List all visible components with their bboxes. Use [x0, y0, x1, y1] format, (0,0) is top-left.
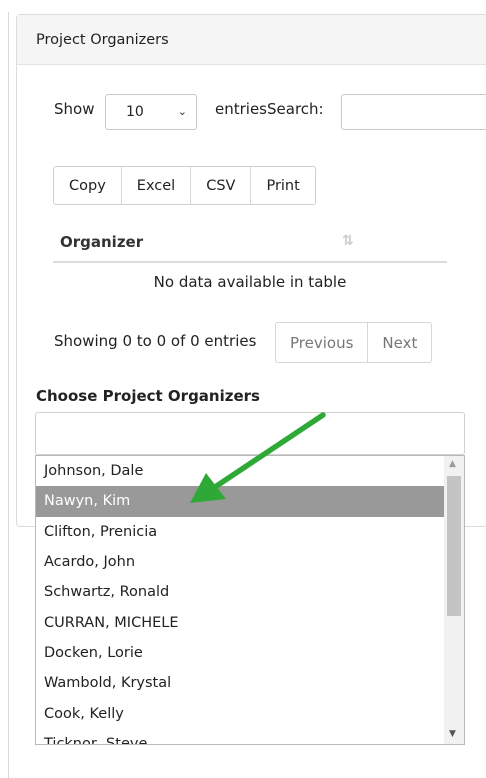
print-button[interactable]: Print [251, 167, 314, 204]
table-info: Showing 0 to 0 of 0 entries [54, 332, 257, 350]
dropdown-scrollbar[interactable]: ▲ ▼ [444, 456, 464, 744]
option-johnson-dale[interactable]: Johnson, Dale [36, 456, 444, 486]
table-header-divider [53, 261, 447, 263]
option-wambold-krystal[interactable]: Wambold, Krystal [36, 668, 444, 698]
previous-button[interactable]: Previous [276, 323, 369, 362]
scrollbar-thumb[interactable] [447, 476, 461, 616]
search-label: Search: [267, 100, 324, 118]
option-acardo-john[interactable]: Acardo, John [36, 547, 444, 577]
pagination: Previous Next [275, 322, 433, 363]
panel-header: Project Organizers [17, 15, 486, 65]
sort-icon[interactable]: ⇅ [342, 233, 354, 249]
excel-button[interactable]: Excel [122, 167, 192, 204]
copy-button[interactable]: Copy [54, 167, 122, 204]
option-curran-michele[interactable]: CURRAN, MICHELE [36, 607, 444, 637]
empty-table-message: No data available in table [153, 273, 347, 291]
option-clifton-prenicia[interactable]: Clifton, Prenicia [36, 517, 444, 547]
page-length-select[interactable]: 10 ⌄ [105, 94, 197, 130]
option-cook-kelly[interactable]: Cook, Kelly [36, 698, 444, 728]
page-length-value: 10 [126, 104, 144, 120]
search-input[interactable] [341, 94, 486, 130]
page-edge-rule [8, 12, 9, 778]
scroll-up-icon[interactable]: ▲ [449, 459, 456, 469]
option-nawyn-kim[interactable]: Nawyn, Kim [36, 486, 444, 517]
export-buttons: Copy Excel CSV Print [53, 166, 316, 205]
entries-label: entries [215, 100, 267, 118]
organizer-column-header[interactable]: Organizer [60, 233, 143, 251]
show-label: Show [54, 100, 95, 118]
panel-title: Project Organizers [36, 31, 169, 48]
csv-button[interactable]: CSV [191, 167, 252, 204]
option-docken-lorie[interactable]: Docken, Lorie [36, 638, 444, 668]
scroll-down-icon[interactable]: ▼ [449, 729, 456, 739]
option-schwartz-ronald[interactable]: Schwartz, Ronald [36, 577, 444, 607]
organizers-dropdown-list[interactable]: Johnson, Dale Nawyn, Kim Clifton, Prenic… [35, 455, 465, 745]
chevron-down-icon: ⌄ [177, 105, 187, 118]
choose-organizers-label: Choose Project Organizers [36, 387, 260, 405]
choose-organizers-input[interactable] [35, 412, 465, 455]
next-button[interactable]: Next [368, 323, 431, 362]
option-ticknor-steve[interactable]: Ticknor, Steve [36, 729, 444, 744]
